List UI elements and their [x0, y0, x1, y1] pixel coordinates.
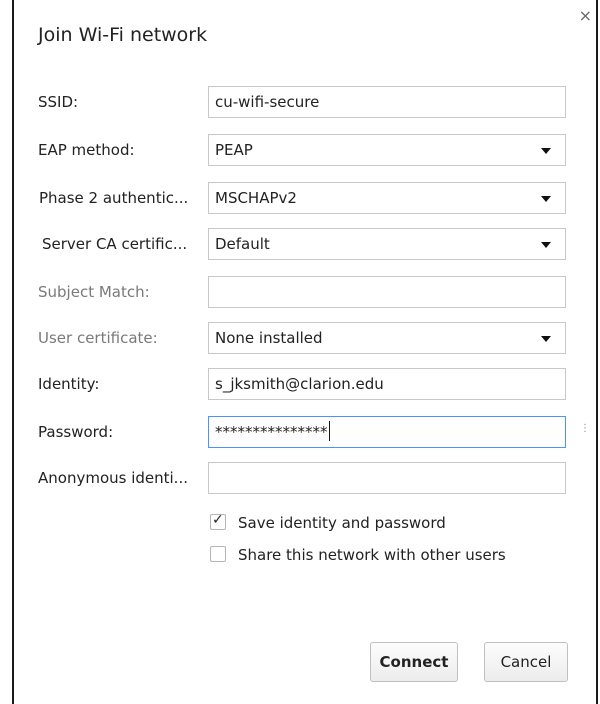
- user-cert-row: User certificate: None installed: [14, 322, 596, 354]
- password-label: Password:: [38, 423, 114, 441]
- phase2-auth-label: Phase 2 authentic...: [39, 189, 189, 207]
- ssid-row: SSID: cu-wifi-secure: [14, 86, 596, 118]
- anonymous-identity-row: Anonymous identi...: [14, 462, 596, 494]
- share-network-label: Share this network with other users: [238, 546, 506, 564]
- eap-method-value: PEAP: [215, 141, 253, 159]
- phase2-auth-row: Phase 2 authentic... MSCHAPv2: [14, 182, 596, 214]
- identity-input[interactable]: s_jksmith@clarion.edu: [208, 368, 566, 400]
- connect-button[interactable]: Connect: [370, 642, 458, 682]
- eap-method-row: EAP method: PEAP: [14, 134, 596, 166]
- share-network-checkbox[interactable]: [210, 546, 226, 562]
- save-identity-label: Save identity and password: [238, 514, 446, 532]
- phase2-auth-value: MSCHAPv2: [215, 189, 297, 207]
- server-ca-value: Default: [215, 235, 270, 253]
- ssid-input[interactable]: cu-wifi-secure: [208, 86, 566, 118]
- password-value: ***************: [215, 423, 328, 441]
- phase2-auth-select[interactable]: MSCHAPv2: [208, 182, 566, 214]
- chevron-down-icon: [541, 336, 551, 342]
- eap-method-label: EAP method:: [38, 141, 135, 159]
- identity-label: Identity:: [38, 375, 100, 393]
- subject-match-input[interactable]: [208, 276, 566, 308]
- identity-row: Identity: s_jksmith@clarion.edu: [14, 368, 596, 400]
- cancel-button[interactable]: Cancel: [484, 642, 568, 682]
- server-ca-select[interactable]: Default: [208, 228, 566, 260]
- save-identity-checkbox[interactable]: ✓: [210, 512, 226, 530]
- chevron-down-icon: [541, 148, 551, 154]
- anonymous-identity-input[interactable]: [208, 462, 566, 494]
- eye-icon[interactable]: ⋮: [580, 423, 590, 434]
- subject-match-label: Subject Match:: [38, 283, 150, 301]
- eap-method-select[interactable]: PEAP: [208, 134, 566, 166]
- dialog-title: Join Wi-Fi network: [38, 24, 208, 46]
- text-cursor: [328, 421, 330, 441]
- server-ca-label: Server CA certific...: [42, 235, 188, 253]
- chevron-down-icon: [541, 196, 551, 202]
- checkmark-icon: ✓: [212, 512, 224, 528]
- server-ca-row: Server CA certific... Default: [14, 228, 596, 260]
- anonymous-identity-label: Anonymous identi...: [38, 469, 188, 487]
- ssid-label: SSID:: [38, 93, 79, 111]
- subject-match-row: Subject Match:: [14, 276, 596, 308]
- password-input[interactable]: ***************: [208, 416, 566, 448]
- join-wifi-dialog: × Join Wi-Fi network SSID: cu-wifi-secur…: [12, 0, 598, 704]
- chevron-down-icon: [541, 242, 551, 248]
- close-icon[interactable]: ×: [579, 8, 592, 24]
- user-cert-value: None installed: [215, 329, 323, 347]
- password-row: Password: *************** ⋮: [14, 416, 596, 448]
- user-cert-select[interactable]: None installed: [208, 322, 566, 354]
- user-cert-label: User certificate:: [38, 329, 158, 347]
